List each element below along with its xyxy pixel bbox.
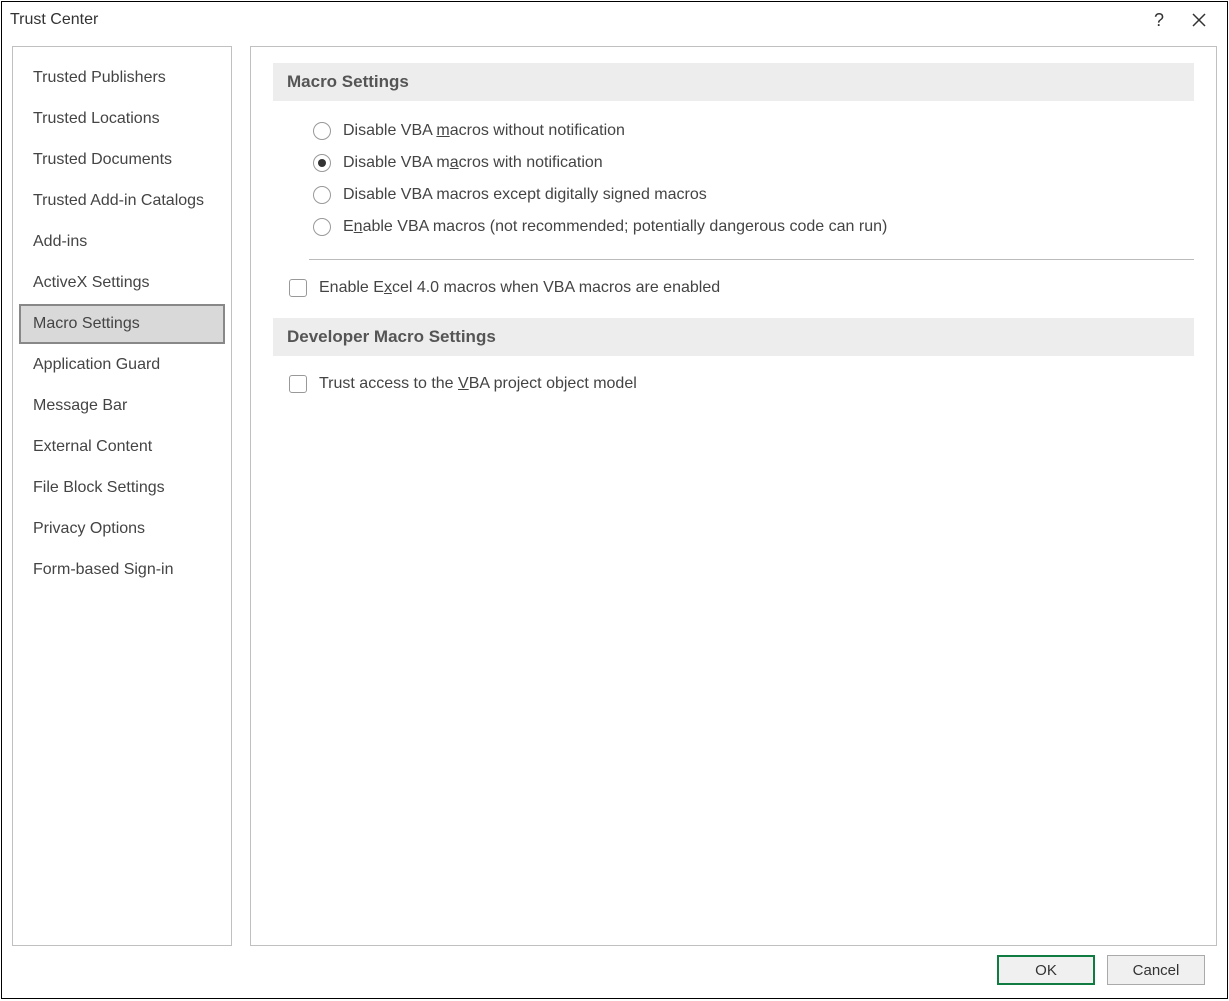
radio-icon: [313, 218, 331, 236]
content-panel: Macro Settings Disable VBA macros withou…: [250, 46, 1217, 946]
sidebar-item-trusted-publishers[interactable]: Trusted Publishers: [19, 58, 225, 98]
section-header-macro-settings: Macro Settings: [273, 63, 1194, 101]
radio-disable-except-signed[interactable]: Disable VBA macros except digitally sign…: [313, 179, 1194, 211]
cancel-button[interactable]: Cancel: [1107, 955, 1205, 985]
checkbox-icon: [289, 279, 307, 297]
section-header-developer-macro-settings: Developer Macro Settings: [273, 318, 1194, 356]
ok-button[interactable]: OK: [997, 955, 1095, 985]
sidebar-item-external-content[interactable]: External Content: [19, 427, 225, 467]
radio-icon: [313, 186, 331, 204]
checkbox-icon: [289, 375, 307, 393]
dialog-title: Trust Center: [10, 11, 1139, 29]
close-icon: [1191, 12, 1207, 28]
radio-disable-with-notification[interactable]: Disable VBA macros with notification: [313, 147, 1194, 179]
close-button[interactable]: [1179, 5, 1219, 35]
radio-label: Disable VBA macros without notification: [343, 122, 625, 140]
trust-center-dialog: Trust Center ? Trusted Publishers Truste…: [1, 1, 1228, 999]
titlebar: Trust Center ?: [2, 2, 1227, 38]
sidebar: Trusted Publishers Trusted Locations Tru…: [12, 46, 232, 946]
sidebar-item-addins[interactable]: Add-ins: [19, 222, 225, 262]
radio-icon: [313, 122, 331, 140]
sidebar-item-trusted-locations[interactable]: Trusted Locations: [19, 99, 225, 139]
radio-disable-without-notification[interactable]: Disable VBA macros without notification: [313, 115, 1194, 147]
sidebar-item-file-block-settings[interactable]: File Block Settings: [19, 468, 225, 508]
checkbox-label: Enable Excel 4.0 macros when VBA macros …: [319, 279, 720, 297]
sidebar-item-trusted-addin-catalogs[interactable]: Trusted Add-in Catalogs: [19, 181, 225, 221]
radio-label: Disable VBA macros with notification: [343, 154, 603, 172]
radio-icon: [313, 154, 331, 172]
checkbox-enable-excel4-macros[interactable]: Enable Excel 4.0 macros when VBA macros …: [273, 274, 1194, 302]
dialog-body: Trusted Publishers Trusted Locations Tru…: [2, 38, 1227, 950]
sidebar-item-message-bar[interactable]: Message Bar: [19, 386, 225, 426]
radio-enable-all[interactable]: Enable VBA macros (not recommended; pote…: [313, 211, 1194, 243]
sidebar-item-activex-settings[interactable]: ActiveX Settings: [19, 263, 225, 303]
sidebar-item-application-guard[interactable]: Application Guard: [19, 345, 225, 385]
sidebar-item-macro-settings[interactable]: Macro Settings: [19, 304, 225, 344]
radio-label: Enable VBA macros (not recommended; pote…: [343, 218, 887, 236]
help-icon: ?: [1154, 10, 1164, 31]
dialog-footer: OK Cancel: [2, 950, 1227, 998]
radio-label: Disable VBA macros except digitally sign…: [343, 186, 707, 204]
sidebar-item-trusted-documents[interactable]: Trusted Documents: [19, 140, 225, 180]
checkbox-trust-vba-project-access[interactable]: Trust access to the VBA project object m…: [273, 370, 1194, 398]
sidebar-item-privacy-options[interactable]: Privacy Options: [19, 509, 225, 549]
macro-settings-radio-group: Disable VBA macros without notification …: [273, 115, 1194, 243]
help-button[interactable]: ?: [1139, 5, 1179, 35]
divider: [309, 259, 1194, 260]
sidebar-item-form-based-signin[interactable]: Form-based Sign-in: [19, 550, 225, 590]
checkbox-label: Trust access to the VBA project object m…: [319, 375, 637, 393]
